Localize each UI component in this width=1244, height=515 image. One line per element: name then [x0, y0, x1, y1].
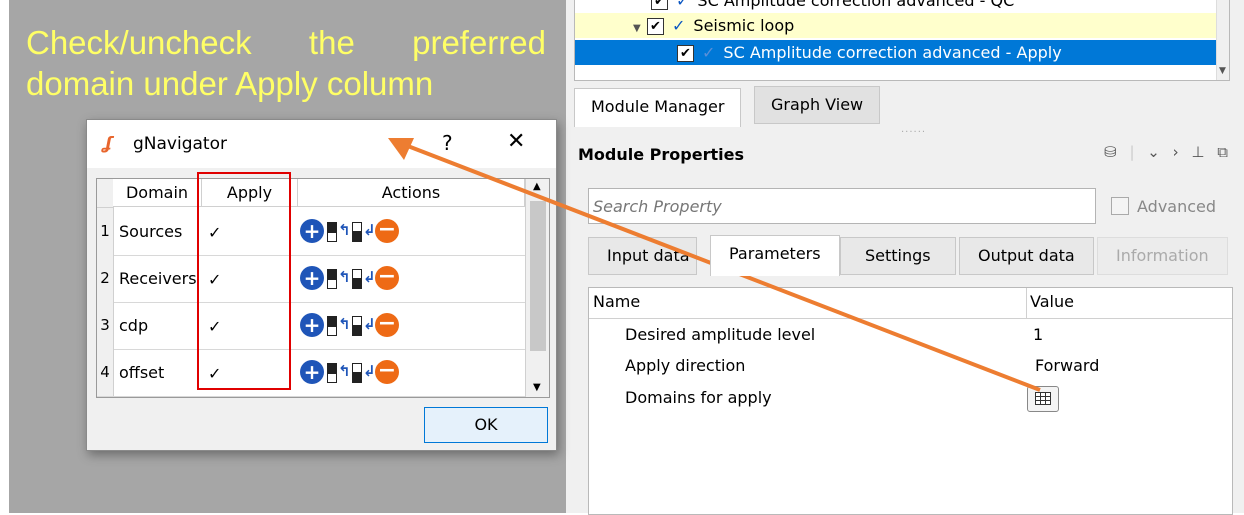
- tab-parameters[interactable]: Parameters: [710, 235, 840, 276]
- annotation-arrow: [388, 138, 1041, 392]
